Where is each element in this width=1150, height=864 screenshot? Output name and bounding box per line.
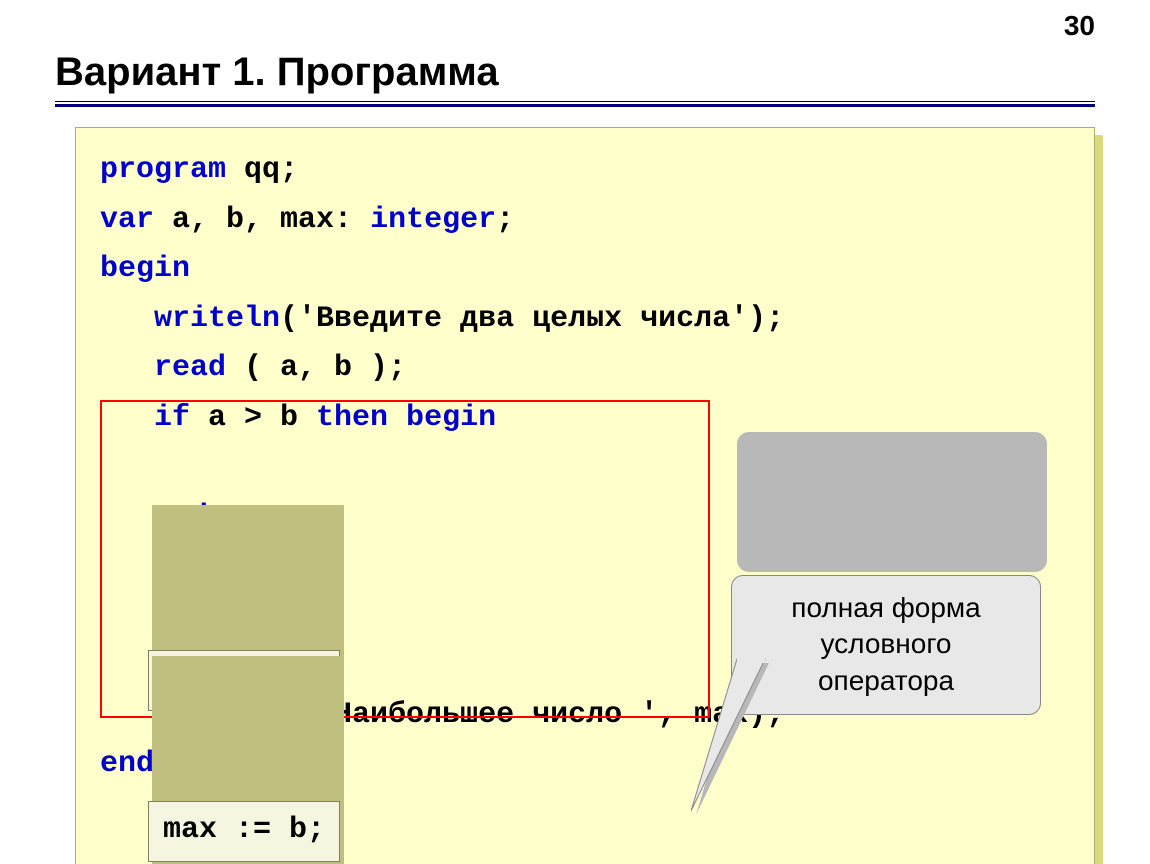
code-blank bbox=[100, 599, 118, 633]
kw-writeln: writeln bbox=[100, 302, 280, 336]
kw-read: read bbox=[100, 351, 226, 385]
chip-text: max := b bbox=[163, 813, 307, 847]
slide: 30 Вариант 1. Программа program qq; var … bbox=[0, 0, 1150, 864]
kw-if: if bbox=[100, 401, 190, 435]
chip-semi: ; bbox=[307, 813, 325, 847]
callout-bubble: полная форма условного оператора bbox=[731, 426, 1041, 863]
code-text: a, b, max: bbox=[154, 203, 370, 237]
code-text: qq; bbox=[226, 153, 298, 187]
page-number: 30 bbox=[1064, 10, 1095, 42]
title-rule bbox=[55, 101, 1095, 107]
kw-begin: begin bbox=[100, 252, 190, 286]
code-content: program qq; var a, b, max: integer; begi… bbox=[75, 127, 1095, 864]
kw-integer: integer bbox=[370, 203, 496, 237]
kw-end-final: end bbox=[100, 747, 154, 781]
code-text: a > b bbox=[190, 401, 316, 435]
kw-then-begin: then begin bbox=[316, 401, 496, 435]
code-text: ('Введите два целых числа'); bbox=[280, 302, 784, 336]
kw-var: var bbox=[100, 203, 154, 237]
code-blank bbox=[100, 450, 118, 484]
code-block: program qq; var a, b, max: integer; begi… bbox=[75, 127, 1095, 864]
callout-tail-icon bbox=[691, 556, 871, 864]
slide-title: Вариант 1. Программа bbox=[55, 50, 1095, 95]
chip-max-b: max := b; bbox=[148, 652, 340, 864]
code-text: ( a, b ); bbox=[226, 351, 406, 385]
code-text: ; bbox=[496, 203, 514, 237]
kw-program: program bbox=[100, 153, 226, 187]
